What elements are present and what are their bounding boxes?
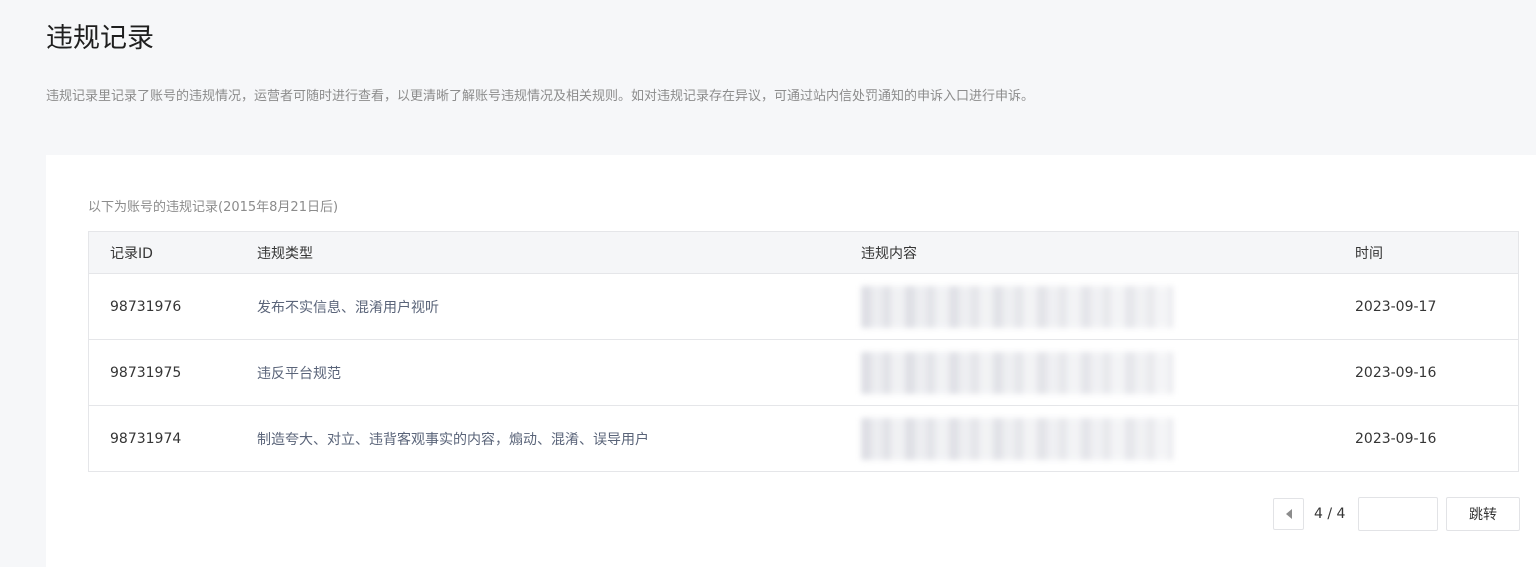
records-caption: 以下为账号的违规记录(2015年8月21日后) (88, 200, 339, 215)
violation-records-page: 违规记录 违规记录里记录了账号的违规情况，运营者可随时进行查看，以更清晰了解账号… (0, 0, 1536, 567)
record-id: 98731976 (110, 298, 182, 315)
record-id: 98731975 (110, 364, 182, 381)
records-card: 以下为账号的违规记录(2015年8月21日后) 记录ID 违规类型 违规内容 时… (46, 155, 1536, 567)
column-header-time: 时间 (1355, 231, 1519, 274)
record-type: 发布不实信息、混淆用户视听 (257, 299, 439, 316)
column-header-type: 违规类型 (257, 231, 861, 274)
column-header-content: 违规内容 (861, 231, 1355, 274)
record-type: 违反平台规范 (257, 365, 341, 382)
table-row: 98731976 发布不实信息、混淆用户视听 2023-09-17 (88, 274, 1519, 340)
blurred-content (861, 351, 1173, 394)
record-time: 2023-09-16 (1355, 364, 1437, 381)
record-type: 制造夸大、对立、违背客观事实的内容，煽动、混淆、误导用户 (257, 431, 649, 448)
prev-page-button[interactable] (1273, 498, 1304, 530)
record-id: 98731974 (110, 430, 182, 447)
column-header-id: 记录ID (88, 231, 257, 274)
pagination: 4 / 4 跳转 (1273, 497, 1520, 531)
records-table: 记录ID 违规类型 违规内容 时间 98731976 发布不实信息、混淆用户视听… (88, 231, 1519, 472)
caret-left-icon (1285, 509, 1292, 519)
jump-button[interactable]: 跳转 (1446, 497, 1520, 531)
table-row: 98731975 违反平台规范 2023-09-16 (88, 340, 1519, 406)
record-content (861, 274, 1355, 340)
page-number-input[interactable] (1358, 497, 1438, 531)
record-content (861, 340, 1355, 406)
blurred-content (861, 285, 1173, 328)
page-description: 违规记录里记录了账号的违规情况，运营者可随时进行查看，以更清晰了解账号违规情况及… (46, 89, 1035, 104)
record-time: 2023-09-17 (1355, 298, 1437, 315)
record-content (861, 406, 1355, 472)
table-header-row: 记录ID 违规类型 违规内容 时间 (88, 231, 1519, 274)
page-count: 4 / 4 (1314, 506, 1346, 522)
table-row: 98731974 制造夸大、对立、违背客观事实的内容，煽动、混淆、误导用户 20… (89, 406, 1519, 472)
page-title: 违规记录 (46, 23, 154, 54)
blurred-content (861, 417, 1173, 460)
record-time: 2023-09-16 (1355, 430, 1437, 447)
